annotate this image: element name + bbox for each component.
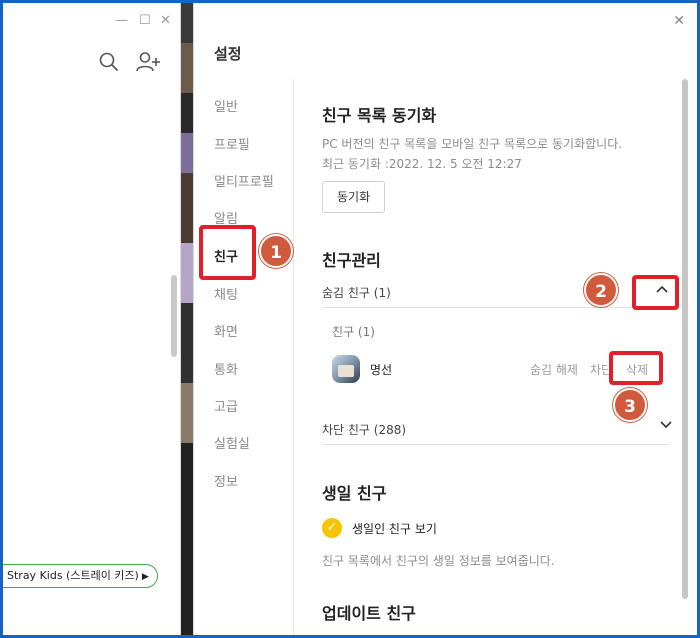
play-icon: ▶ [141, 572, 149, 582]
chevron-down-icon[interactable] [660, 419, 672, 433]
step-badge-3: 3 [613, 388, 647, 422]
maximize-icon[interactable]: ☐ [139, 13, 151, 28]
settings-window: ✕ 설정 일반 프로필 멀티프로필 알림 친구 채팅 화면 통화 고급 실험실 정보 1 친구 목록… [193, 3, 697, 635]
settings-scrollbar[interactable] [682, 79, 688, 599]
birthday-toggle-label[interactable]: 생일인 친구 보기 [352, 520, 437, 537]
nav-item-general[interactable]: 일반 [214, 96, 238, 115]
settings-sidebar [194, 79, 294, 635]
update-heading: 업데이트 친구 [322, 604, 416, 623]
sync-button[interactable]: 동기화 [322, 181, 386, 213]
minimize-icon[interactable]: — [115, 13, 128, 28]
highlight-box-collapse [632, 275, 679, 310]
highlight-box-friends-tab [199, 225, 256, 280]
friend-name: 명선 [370, 363, 393, 377]
blocked-friends-label[interactable]: 차단 친구 (288) [322, 421, 406, 438]
music-status-text: Stray Kids (스트레이 키즈) [7, 569, 139, 582]
sync-heading: 친구 목록 동기화 [322, 106, 437, 125]
birthday-heading: 생일 친구 [322, 484, 387, 503]
nav-item-chat[interactable]: 채팅 [214, 284, 238, 303]
divider [322, 444, 670, 445]
sync-description: PC 버전의 친구 목록을 모바일 친구 목록으로 동기화합니다. [322, 137, 623, 151]
nav-item-profile[interactable]: 프로필 [214, 134, 250, 153]
last-sync-time: 최근 동기화 :2022. 12. 5 오전 12:27 [322, 157, 522, 171]
checkbox-checked-icon[interactable]: ✓ [322, 518, 342, 538]
unhide-button[interactable]: 숨김 해제 [530, 361, 578, 378]
search-icon[interactable] [98, 51, 120, 77]
settings-title: 설정 [214, 45, 242, 63]
close-icon[interactable]: ✕ [160, 13, 171, 28]
music-status-pill[interactable]: Stray Kids (스트레이 키즈) ▶ [3, 564, 158, 588]
settings-content: 친구 목록 동기화 PC 버전의 친구 목록을 모바일 친구 목록으로 동기화합… [322, 3, 682, 635]
nav-item-multiprofile[interactable]: 멀티프로필 [214, 171, 274, 190]
nav-item-advanced[interactable]: 고급 [214, 396, 238, 415]
step-badge-2: 2 [584, 273, 618, 307]
nav-item-call[interactable]: 통화 [214, 359, 238, 378]
friend-avatar [332, 355, 360, 383]
step-badge-1: 1 [259, 234, 293, 268]
highlight-box-delete [609, 351, 663, 385]
hidden-friends-sublabel: 친구 (1) [332, 325, 375, 339]
add-friend-icon[interactable] [135, 50, 161, 78]
nav-item-lab[interactable]: 실험실 [214, 433, 250, 452]
birthday-description: 친구 목록에서 친구의 생일 정보를 보여줍니다. [322, 554, 555, 568]
nav-item-info[interactable]: 정보 [214, 471, 238, 490]
hidden-friends-label[interactable]: 숨김 친구 (1) [322, 284, 391, 301]
main-window: — ☐ ✕ [3, 3, 181, 635]
nav-item-display[interactable]: 화면 [214, 321, 238, 340]
friend-list-scrollbar[interactable] [171, 275, 177, 357]
divider [322, 307, 670, 308]
background-photo [181, 3, 193, 635]
manage-heading: 친구관리 [322, 251, 381, 270]
